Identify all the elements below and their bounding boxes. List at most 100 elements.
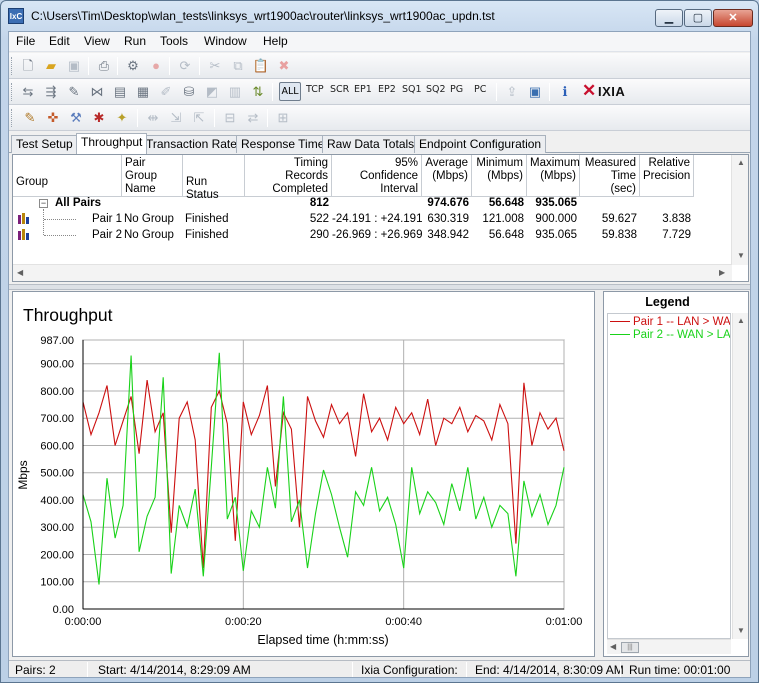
stop-icon[interactable]: ● [147,57,165,75]
filter-scr-button[interactable]: SCR [330,84,349,95]
toolbar-separator [214,109,215,127]
legend-panel: Legend Pair 1 -- LAN > WAN Pair 2 -- WAN… [603,291,749,657]
filter-ep1-button[interactable]: EP1 [354,84,372,95]
col-header-precision[interactable]: Relative Precision [640,155,694,197]
col-header-average[interactable]: Average (Mbps) [422,155,472,197]
run-icon[interactable]: ⚙ [124,57,142,75]
pane-splitter[interactable] [9,284,750,290]
tab-endpoint-configuration[interactable]: Endpoint Configuration [414,135,547,153]
edit-script-icon[interactable]: ✐ [157,83,175,101]
menu-tools[interactable]: Tools [160,34,188,48]
scroll-thumb[interactable]: ||| [621,642,639,653]
col-header-maximum[interactable]: Maximum (Mbps) [527,155,580,197]
merge-icon[interactable]: ⇲ [167,109,185,127]
col-header-pair-group-name[interactable]: Pair Group Name [122,155,183,197]
scroll-left-icon[interactable]: ◀ [610,642,616,651]
throughput-chart[interactable]: 0.00 100.00 200.00 300.00 400.00 500.00 600.00… [13,292,594,656]
menu-view[interactable]: View [84,34,110,48]
endpoint-icon[interactable]: ▤ [111,83,129,101]
col-header-measured-time[interactable]: Measured Time (sec) [580,155,640,197]
pair-2-name[interactable]: Pair 2 [92,229,122,241]
clipboard-icon[interactable]: ✎ [21,109,39,127]
wizard-icon[interactable]: ✦ [113,109,131,127]
legend-entry-pair-2[interactable]: Pair 2 -- WAN > LAN [610,329,731,341]
delete-icon[interactable]: ✖ [275,57,293,75]
new-file-icon[interactable]: 🗋 [19,57,37,75]
tab-response-time[interactable]: Response Time [236,135,330,153]
menu-edit[interactable]: Edit [49,34,70,48]
tab-raw-data-totals[interactable]: Raw Data Totals [322,135,420,153]
toolbar-grip[interactable] [11,83,14,101]
col-header-confidence[interactable]: 95% Confidence Interval [332,155,422,197]
copy-icon[interactable]: ⧉ [229,57,247,75]
save-icon[interactable]: ▣ [65,57,83,75]
tab-transaction-rate[interactable]: Transaction Rate [141,135,242,153]
toolbar-grip[interactable] [11,109,14,127]
scroll-up-icon[interactable]: ▲ [737,316,745,325]
open-folder-icon[interactable]: ▰ [42,57,60,75]
scroll-right-icon[interactable]: ▶ [719,268,725,277]
filter-tcp-button[interactable]: TCP [306,84,324,95]
script-icon[interactable]: ▦ [134,83,152,101]
collapse-toggle[interactable]: − [39,199,48,208]
pair-2-status: Finished [185,229,229,241]
network-map-icon[interactable]: ✱ [90,109,108,127]
export-icon[interactable]: ⇪ [503,83,521,101]
hammer-icon[interactable]: ⚒ [67,109,85,127]
menu-run[interactable]: Run [124,34,146,48]
refresh-icon[interactable]: ⟳ [176,57,194,75]
print-icon[interactable]: ⎙ [95,57,113,75]
menu-window[interactable]: Window [204,34,247,48]
filter-icon[interactable]: ⛁ [180,83,198,101]
add-multicast-icon[interactable]: ⇶ [42,83,60,101]
legend-entry-pair-1[interactable]: Pair 1 -- LAN > WAN [610,316,730,328]
menu-help[interactable]: Help [263,34,288,48]
layout-icon[interactable]: ⊞ [274,109,292,127]
filter-pc-button[interactable]: PC [474,84,486,95]
col-header-group[interactable]: Group [13,155,122,197]
paste-icon[interactable]: 📋 [252,57,270,75]
expand-icon[interactable]: ⇱ [190,109,208,127]
col-header-run-status[interactable]: Run Status [183,155,245,201]
maximize-button[interactable]: ▢ [684,9,712,27]
edit-pair-icon[interactable]: ✎ [65,83,83,101]
pair-1-name[interactable]: Pair 1 [92,213,122,225]
legend-horizontal-scrollbar[interactable]: ◀ ||| [607,639,731,654]
pair-tool-icon[interactable]: ✜ [44,109,62,127]
collapse-icon[interactable]: ⊟ [221,109,239,127]
filter-pg-button[interactable]: PG [450,84,463,95]
legend-label: Pair 2 -- WAN > LAN [633,329,731,341]
scroll-down-icon[interactable]: ▼ [737,251,745,260]
scroll-left-icon[interactable]: ◀ [17,268,23,277]
title-bar[interactable]: IxC C:\Users\Tim\Desktop\wlan_tests\link… [1,1,758,31]
scroll-down-icon[interactable]: ▼ [737,626,745,635]
window-icon[interactable]: ▣ [526,83,544,101]
network-icon[interactable]: ⋈ [88,83,106,101]
graph-icon[interactable]: ◩ [203,83,221,101]
tab-test-setup[interactable]: Test Setup [11,135,78,153]
menu-file[interactable]: File [16,34,35,48]
filter-sq1-button[interactable]: SQ1 [402,84,422,95]
grid-vertical-scrollbar[interactable]: ▲ ▼ [731,155,748,265]
col-header-timing-records[interactable]: Timing Records Completed [245,155,332,197]
toolbar-grip[interactable] [11,57,14,75]
swap-icon[interactable]: ⇄ [244,109,262,127]
legend-vertical-scrollbar[interactable]: ▲ ▼ [732,313,748,639]
sort-icon[interactable]: ⇅ [249,83,267,101]
filter-ep2-button[interactable]: EP2 [378,84,396,95]
grid-horizontal-scrollbar[interactable]: ◀ ▶ [13,264,732,281]
split-icon[interactable]: ⇹ [144,109,162,127]
add-pair-icon[interactable]: ⇆ [19,83,37,101]
scroll-up-icon[interactable]: ▲ [737,158,745,167]
minimize-button[interactable]: ▁ [655,9,683,27]
table-icon[interactable]: ▥ [226,83,244,101]
tab-throughput[interactable]: Throughput [76,133,148,154]
info-icon[interactable]: ℹ [556,83,574,101]
all-pairs-label[interactable]: All Pairs [55,197,101,209]
col-header-minimum[interactable]: Minimum (Mbps) [472,155,527,197]
cut-icon[interactable]: ✂ [206,57,224,75]
filter-sq2-button[interactable]: SQ2 [426,84,446,95]
filter-all-button[interactable]: ALL [279,82,301,101]
status-separator [352,662,353,677]
close-button[interactable]: ✕ [713,9,753,27]
